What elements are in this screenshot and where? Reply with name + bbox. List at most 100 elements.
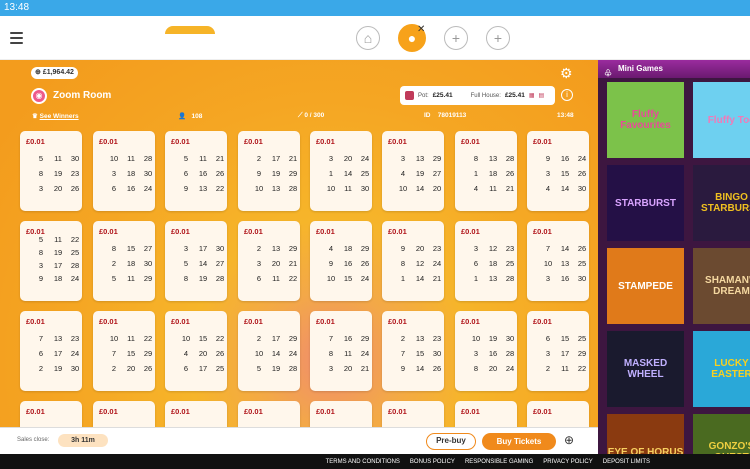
mini-game-tile[interactable]: Fluffy Too <box>693 82 750 158</box>
bingo-ticket[interactable]: £0.01 5 11 30 8 19 23 3 20 26 <box>20 131 82 211</box>
ticket-number: 19 <box>271 364 281 373</box>
ticket-number: 3 <box>38 184 44 193</box>
ticket-number: 18 <box>488 169 498 178</box>
mini-game-name: Fluffy Favourites <box>620 109 671 131</box>
ticket-number: 22 <box>70 235 80 244</box>
home-button[interactable]: ⌂ <box>356 26 380 50</box>
footer-link[interactable]: DEPOSIT LIMITS <box>603 459 650 465</box>
bingo-ticket[interactable]: £0.01 7 13 23 6 17 24 2 19 30 <box>20 311 82 391</box>
ticket-numbers: 3 13 29 4 19 27 10 14 20 <box>396 154 444 193</box>
mini-game-tile[interactable]: GONZO'S QUEST <box>693 414 750 454</box>
ticket-number: 14 <box>271 349 281 358</box>
mini-game-tile[interactable]: BINGO STARBURST <box>693 165 750 241</box>
bingo-ticket[interactable]: £0.01 5 11 22 8 19 25 3 17 28 9 18 24 <box>20 221 82 301</box>
footer-link[interactable]: RESPONSIBLE GAMING <box>465 459 533 465</box>
gear-icon[interactable]: ⚙ <box>560 65 573 82</box>
ticket-number: 16 <box>126 184 136 193</box>
ticket-number: 26 <box>70 184 80 193</box>
bingo-ticket[interactable]: £0.01 5 11 21 6 16 26 9 13 22 <box>165 131 227 211</box>
mini-game-tile[interactable]: LUCKY EASTER <box>693 331 750 407</box>
info-icon[interactable]: i <box>561 89 573 101</box>
bingo-ticket[interactable]: £0.01 3 12 23 6 18 25 1 13 28 <box>455 221 517 301</box>
mini-game-tile[interactable]: EYE OF HORUS <box>607 414 684 454</box>
ticket-numbers: 10 11 28 3 18 30 6 16 24 <box>107 154 155 193</box>
ticket-number: 7 <box>328 334 334 343</box>
ticket-numbers: 8 15 27 2 18 30 5 11 29 <box>107 244 155 283</box>
ticket-number: 23 <box>432 244 442 253</box>
ticket-number: 5 <box>38 235 44 244</box>
ticket-price: £0.01 <box>316 137 335 146</box>
ticket-number: 20 <box>53 184 63 193</box>
mini-game-tile[interactable]: MASKED WHEEL <box>607 331 684 407</box>
hamburger-menu-icon[interactable] <box>10 32 23 44</box>
ticket-number: 16 <box>560 274 570 283</box>
footer: TERMS AND CONDITIONS BONUS POLICY RESPONSI… <box>0 454 750 469</box>
bingo-ticket[interactable]: £0.01 10 19 30 3 16 28 8 20 24 <box>455 311 517 391</box>
room-logo: ◉ <box>31 88 47 104</box>
ticket-number: 5 <box>111 274 117 283</box>
bingo-ticket[interactable]: £0.01 3 13 29 4 19 27 10 14 20 <box>382 131 444 211</box>
ticket-number: 6 <box>473 259 479 268</box>
bingo-ticket[interactable]: £0.01 3 17 30 5 14 27 8 19 28 <box>165 221 227 301</box>
ticket-number: 19 <box>53 169 63 178</box>
bingo-ticket[interactable]: £0.01 6 15 25 3 17 29 2 11 22 <box>527 311 589 391</box>
bingo-ticket[interactable]: £0.01 4 18 29 9 16 26 10 15 24 <box>310 221 372 301</box>
bingo-ticket[interactable]: £0.01 2 13 29 3 20 21 6 11 22 <box>238 221 300 301</box>
ticket-number: 20 <box>343 154 353 163</box>
bingo-ticket[interactable]: £0.01 10 11 22 7 15 29 2 20 26 <box>93 311 155 391</box>
bingo-ticket[interactable]: £0.01 2 17 29 10 14 24 5 19 28 <box>238 311 300 391</box>
bingo-ticket[interactable]: £0.01 2 13 23 7 15 30 9 14 26 <box>382 311 444 391</box>
bingo-ticket[interactable]: £0.01 7 14 26 10 13 25 3 16 30 <box>527 221 589 301</box>
mini-game-name: SHAMAN'S DREAM <box>705 275 750 297</box>
bingo-ticket[interactable]: £0.01 9 20 23 8 12 24 1 14 21 <box>382 221 444 301</box>
mini-game-name: STAMPEDE <box>618 280 673 292</box>
ticket-number: 28 <box>215 274 225 283</box>
bingo-ticket[interactable]: £0.01 8 13 28 1 18 26 4 11 21 <box>455 131 517 211</box>
ticket-number: 11 <box>54 235 62 244</box>
zoom-in-icon[interactable]: ⊕ <box>564 433 580 449</box>
ticket-number: 16 <box>560 154 570 163</box>
footer-link[interactable]: PRIVACY POLICY <box>543 459 592 465</box>
footer-link[interactable]: TERMS AND CONDITIONS <box>326 459 400 465</box>
ticket-price: £0.01 <box>244 407 263 416</box>
bingo-ticket[interactable]: £0.01 10 11 28 3 18 30 6 16 24 <box>93 131 155 211</box>
ticket-number: 9 <box>38 274 44 283</box>
mini-game-tile[interactable]: SHAMAN'S DREAM <box>693 248 750 324</box>
ticket-price: £0.01 <box>388 317 407 326</box>
ticket-numbers: 10 19 30 3 16 28 8 20 24 <box>469 334 517 373</box>
ticket-numbers: 2 17 29 10 14 24 5 19 28 <box>252 334 300 373</box>
bingo-ticket[interactable]: £0.01 8 15 27 2 18 30 5 11 29 <box>93 221 155 301</box>
ticket-number: 11 <box>272 274 280 283</box>
mini-game-tile[interactable]: STARBURST <box>607 165 684 241</box>
close-room-icon[interactable]: ✕ <box>417 24 425 35</box>
prebuy-button[interactable]: Pre-buy <box>426 433 476 450</box>
footer-link[interactable]: BONUS POLICY <box>410 459 455 465</box>
ticket-number: 20 <box>432 184 442 193</box>
mini-game-tile[interactable]: Fluffy Favourites <box>607 82 684 158</box>
bingo-ticket[interactable]: £0.01 10 15 22 4 20 26 6 17 25 <box>165 311 227 391</box>
mini-game-tile[interactable]: STAMPEDE <box>607 248 684 324</box>
bingo-ticket[interactable]: £0.01 2 17 21 9 19 29 10 13 28 <box>238 131 300 211</box>
sales-close-timer: 3h 11m <box>58 434 108 447</box>
ticket-number: 15 <box>415 349 425 358</box>
ticket-numbers: 2 13 29 3 20 21 6 11 22 <box>252 244 300 283</box>
ticket-number: 25 <box>505 259 515 268</box>
add-room-button-2[interactable]: + <box>486 26 510 50</box>
buy-tickets-button[interactable]: Buy Tickets <box>482 433 556 450</box>
ticket-number: 8 <box>111 244 117 253</box>
ticket-number: 12 <box>415 259 425 268</box>
bingo-ticket[interactable]: £0.01 7 16 29 8 11 24 3 20 21 <box>310 311 372 391</box>
ticket-number: 24 <box>360 349 370 358</box>
ticket-numbers: 7 14 26 10 13 25 3 16 30 <box>541 244 589 283</box>
ticket-number: 30 <box>143 259 153 268</box>
add-room-button-1[interactable]: + <box>444 26 468 50</box>
ticket-number: 29 <box>360 334 370 343</box>
ticket-number: 24 <box>143 184 153 193</box>
see-winners-link[interactable]: ♛ See Winners <box>32 112 79 120</box>
bingo-ticket[interactable]: £0.01 3 20 24 1 14 25 10 11 30 <box>310 131 372 211</box>
ticket-numbers: 10 15 22 4 20 26 6 17 25 <box>179 334 227 373</box>
bingo-ticket[interactable]: £0.01 9 16 24 3 15 26 4 14 30 <box>527 131 589 211</box>
ticket-number: 3 <box>545 274 551 283</box>
ticket-numbers: 2 13 23 7 15 30 9 14 26 <box>396 334 444 373</box>
ticket-number: 11 <box>199 154 207 163</box>
